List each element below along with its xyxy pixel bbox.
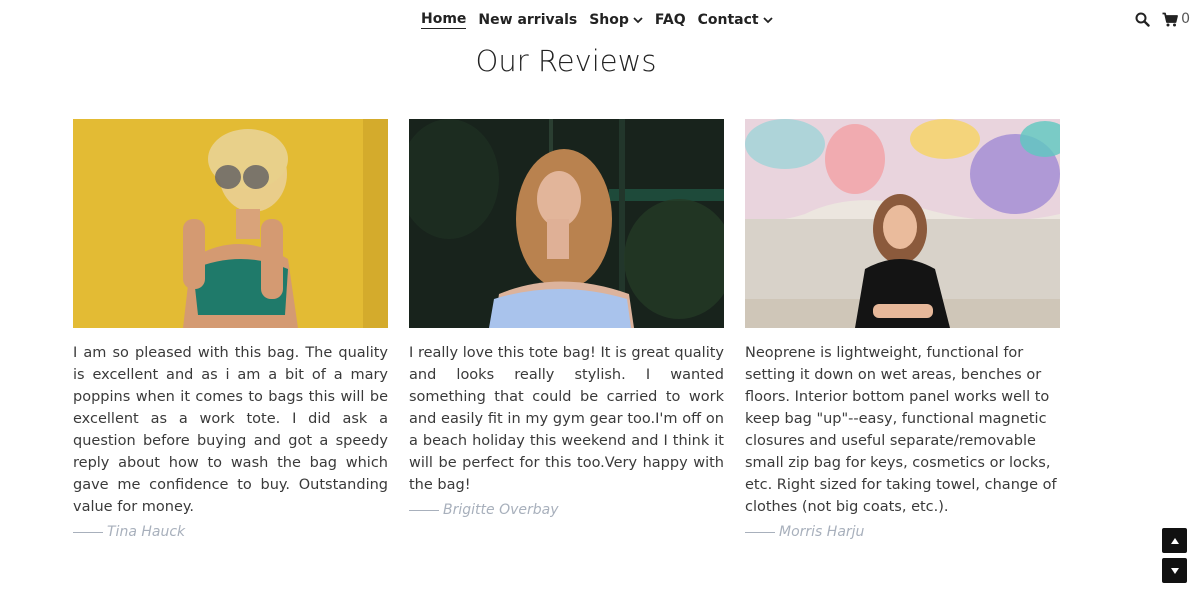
author-dash xyxy=(409,509,439,511)
reviewer-photo xyxy=(73,119,388,328)
nav-links: Home New arrivals Shop FAQ Contact xyxy=(421,11,773,29)
nav-faq[interactable]: FAQ xyxy=(655,11,686,29)
arrow-down-icon xyxy=(1170,567,1179,574)
review-author: Morris Harju xyxy=(745,524,1060,540)
review-card: Neoprene is lightweight, functional for … xyxy=(745,119,1060,540)
page-title: Our Reviews xyxy=(475,44,657,78)
author-name: Morris Harju xyxy=(779,524,865,540)
chevron-down-icon xyxy=(633,12,643,28)
reviewer-photo xyxy=(745,119,1060,328)
cart-count: 0 xyxy=(1181,11,1190,27)
arrow-up-icon xyxy=(1170,537,1179,544)
top-navigation: Home New arrivals Shop FAQ Contact 0 xyxy=(0,8,1200,32)
author-dash xyxy=(73,531,103,533)
review-card: I am so pleased with this bag. The quali… xyxy=(73,119,388,540)
nav-shop-label: Shop xyxy=(589,12,629,28)
review-text: I am so pleased with this bag. The quali… xyxy=(73,345,388,515)
author-dash xyxy=(745,531,775,533)
review-card: I really love this tote bag! It is great… xyxy=(409,119,724,518)
scroll-up-button[interactable] xyxy=(1162,528,1187,553)
review-text: Neoprene is lightweight, functional for … xyxy=(745,345,1057,515)
review-text: I really love this tote bag! It is great… xyxy=(409,345,724,493)
search-icon[interactable] xyxy=(1135,12,1150,27)
cart-icon xyxy=(1162,12,1178,27)
review-author: Brigitte Overbay xyxy=(409,502,724,518)
scroll-down-button[interactable] xyxy=(1162,558,1187,583)
nav-new-arrivals[interactable]: New arrivals xyxy=(478,11,577,29)
nav-home[interactable]: Home xyxy=(421,11,467,29)
nav-contact-label: Contact xyxy=(697,12,759,28)
reviewer-photo xyxy=(409,119,724,328)
nav-actions: 0 xyxy=(1135,11,1190,27)
nav-contact[interactable]: Contact xyxy=(698,11,773,29)
cart-button[interactable]: 0 xyxy=(1162,11,1190,27)
author-name: Tina Hauck xyxy=(107,524,186,540)
review-author: Tina Hauck xyxy=(73,524,388,540)
chevron-down-icon xyxy=(762,12,773,28)
nav-shop[interactable]: Shop xyxy=(589,11,643,29)
author-name: Brigitte Overbay xyxy=(443,502,559,518)
